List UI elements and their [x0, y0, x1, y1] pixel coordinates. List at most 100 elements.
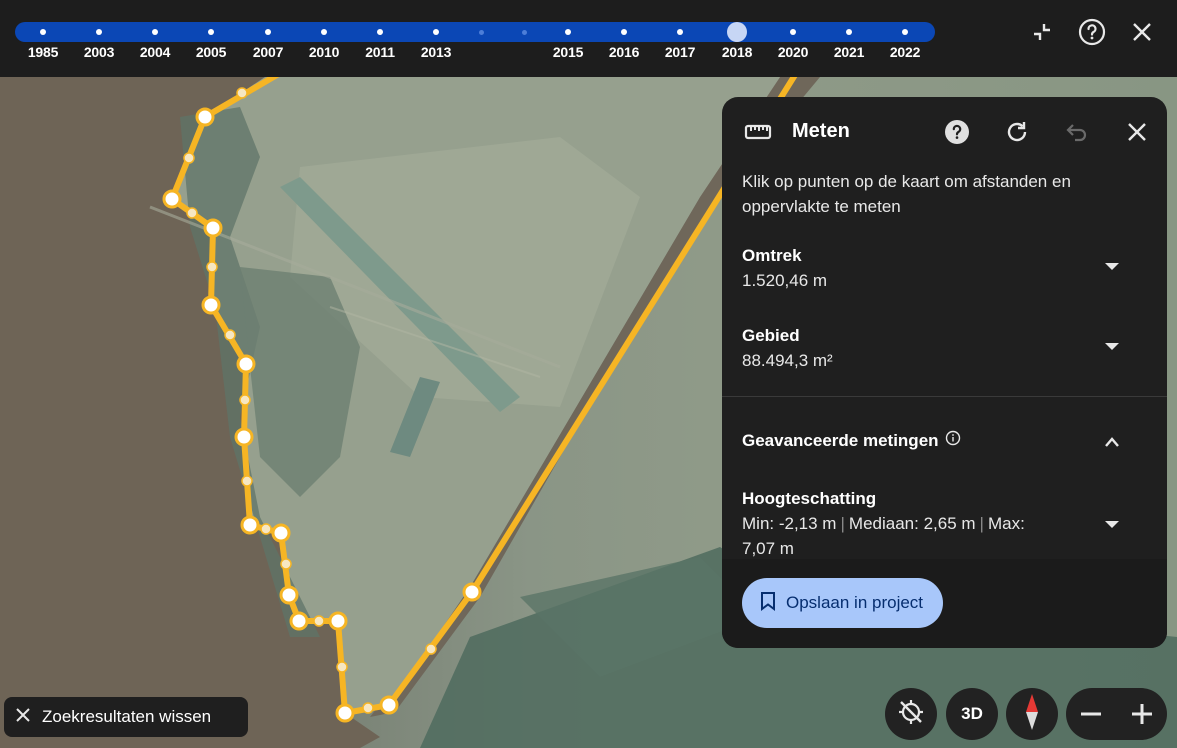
3d-toggle-button[interactable]: 3D: [946, 688, 998, 740]
compass-button[interactable]: [1006, 688, 1058, 740]
timeline-dot-2011[interactable]: [377, 29, 383, 35]
timeline-year-2004[interactable]: 2004: [140, 44, 171, 60]
timeline-year-2013[interactable]: 2013: [421, 44, 452, 60]
measure-midpoint[interactable]: [362, 702, 374, 714]
help-icon[interactable]: [941, 116, 973, 148]
measure-vertex[interactable]: [236, 354, 256, 374]
timeline-minor-dot[interactable]: [478, 29, 484, 35]
timeline-year-2011[interactable]: 2011: [365, 44, 395, 60]
clear-x-icon[interactable]: [16, 707, 30, 727]
undo-icon[interactable]: [1061, 116, 1093, 148]
help-circle-icon[interactable]: [1076, 16, 1108, 48]
timeline-dot-1985[interactable]: [40, 29, 46, 35]
measure-midpoint[interactable]: [183, 152, 195, 164]
measure-midpoint[interactable]: [241, 475, 253, 487]
measure-vertex[interactable]: [328, 611, 348, 631]
timeline-dot-2010[interactable]: [321, 29, 327, 35]
measure-midpoint[interactable]: [425, 643, 437, 655]
timeline-year-2005[interactable]: 2005: [196, 44, 227, 60]
zoom-in-button[interactable]: [1117, 688, 1167, 740]
measure-midpoint[interactable]: [260, 523, 272, 535]
measure-vertex[interactable]: [379, 695, 399, 715]
measure-midpoint[interactable]: [313, 615, 325, 627]
measure-vertex[interactable]: [271, 523, 291, 543]
measure-vertex[interactable]: [289, 611, 309, 631]
timeline-year-2018[interactable]: 2018: [722, 44, 753, 60]
timeline-minor-dot[interactable]: [521, 29, 527, 35]
panel-header: Meten: [722, 97, 1167, 167]
timeline-year-2020[interactable]: 2020: [778, 44, 809, 60]
area-metric[interactable]: Gebied 88.494,3 m²: [742, 324, 1147, 373]
measure-vertex[interactable]: [234, 427, 254, 447]
panel-description: Klik op punten op de kaart om afstanden …: [742, 172, 1071, 216]
measure-midpoint[interactable]: [336, 661, 348, 673]
measure-vertex[interactable]: [203, 218, 223, 238]
timeline-year-2022[interactable]: 2022: [890, 44, 921, 60]
timeline-dot-2003[interactable]: [96, 29, 102, 35]
earth-viewer: 1985 2003 2004 2005 2007 2010 2011 2013 2015 2016…: [0, 0, 1177, 748]
timeline-dot-2017[interactable]: [677, 29, 683, 35]
perimeter-chevron-down-icon[interactable]: [1102, 257, 1122, 277]
timeline-year-2021[interactable]: 2021: [834, 44, 865, 60]
perimeter-metric[interactable]: Omtrek 1.520,46 m: [742, 244, 1147, 293]
timeline-year-2003[interactable]: 2003: [84, 44, 115, 60]
timeline-dot-2004[interactable]: [152, 29, 158, 35]
timeline-dot-2015[interactable]: [565, 29, 571, 35]
advanced-chevron-up-icon[interactable]: [1102, 432, 1122, 452]
area-chevron-down-icon[interactable]: [1102, 337, 1122, 357]
height-separator-2: |: [979, 514, 984, 533]
measure-path[interactable]: [169, 77, 800, 716]
close-icon[interactable]: [1126, 16, 1158, 48]
timeline-dot-2020[interactable]: [790, 29, 796, 35]
panel-title: Meten: [792, 120, 850, 142]
save-in-project-button[interactable]: Opslaan in project: [742, 578, 944, 628]
timeline-year-2017[interactable]: 2017: [665, 44, 696, 60]
timeline-dot-2018[interactable]: [727, 22, 747, 42]
bookmark-icon: [760, 591, 776, 616]
height-chevron-down-icon[interactable]: [1102, 515, 1122, 535]
timeline-year-2015[interactable]: 2015: [553, 44, 584, 60]
timeline-year-2016[interactable]: 2016: [609, 44, 640, 60]
timeline-bar: 1985 2003 2004 2005 2007 2010 2011 2013 2015 2016…: [0, 0, 1177, 77]
reset-icon[interactable]: [1001, 116, 1033, 148]
info-icon[interactable]: [945, 430, 961, 451]
measure-vertex[interactable]: [335, 703, 355, 723]
measure-vertex[interactable]: [279, 585, 299, 605]
measure-vertices[interactable]: [162, 107, 482, 723]
measure-midpoint[interactable]: [186, 207, 198, 219]
timeline-year-2007[interactable]: 2007: [253, 44, 284, 60]
zoom-out-button[interactable]: [1066, 688, 1116, 740]
timeline-dot-2013[interactable]: [433, 29, 439, 35]
measure-vertex[interactable]: [162, 189, 182, 209]
height-min: Min: -2,13 m: [742, 514, 837, 533]
measure-midpoint[interactable]: [236, 87, 248, 99]
timeline-track[interactable]: [15, 22, 935, 42]
timeline-dot-2021[interactable]: [846, 29, 852, 35]
measure-midpoint[interactable]: [280, 558, 292, 570]
measure-midpoint[interactable]: [239, 394, 251, 406]
location-off-button[interactable]: [885, 688, 937, 740]
timeline-dot-2016[interactable]: [621, 29, 627, 35]
panel-divider: [722, 396, 1167, 397]
height-max-value: 7,07 m: [742, 539, 794, 558]
timeline-dot-2022[interactable]: [902, 29, 908, 35]
height-max-label: Max:: [987, 514, 1025, 533]
height-estimate[interactable]: Hoogteschatting Min: -2,13 m | Mediaan: 2,…: [742, 487, 1072, 561]
advanced-measurements-header[interactable]: Geavanceerde metingen: [742, 430, 961, 451]
collapse-icon[interactable]: [1026, 16, 1058, 48]
measure-midpoint[interactable]: [206, 261, 218, 273]
measure-midpoint[interactable]: [224, 329, 236, 341]
measure-vertex[interactable]: [201, 295, 221, 315]
measure-vertex[interactable]: [195, 107, 215, 127]
clear-search-results-chip[interactable]: Zoekresultaten wissen: [4, 697, 248, 737]
measure-vertex[interactable]: [462, 582, 482, 602]
timeline-year-2010[interactable]: 2010: [309, 44, 340, 60]
timeline-dot-2005[interactable]: [208, 29, 214, 35]
perimeter-value: 1.520,46 m: [742, 271, 828, 290]
advanced-measurements-label: Geavanceerde metingen: [742, 430, 939, 450]
panel-footer: Opslaan in project: [722, 559, 1167, 648]
measure-vertex[interactable]: [240, 515, 260, 535]
panel-close-icon[interactable]: [1121, 116, 1153, 148]
timeline-year-1985[interactable]: 1985: [28, 44, 59, 60]
timeline-dot-2007[interactable]: [265, 29, 271, 35]
